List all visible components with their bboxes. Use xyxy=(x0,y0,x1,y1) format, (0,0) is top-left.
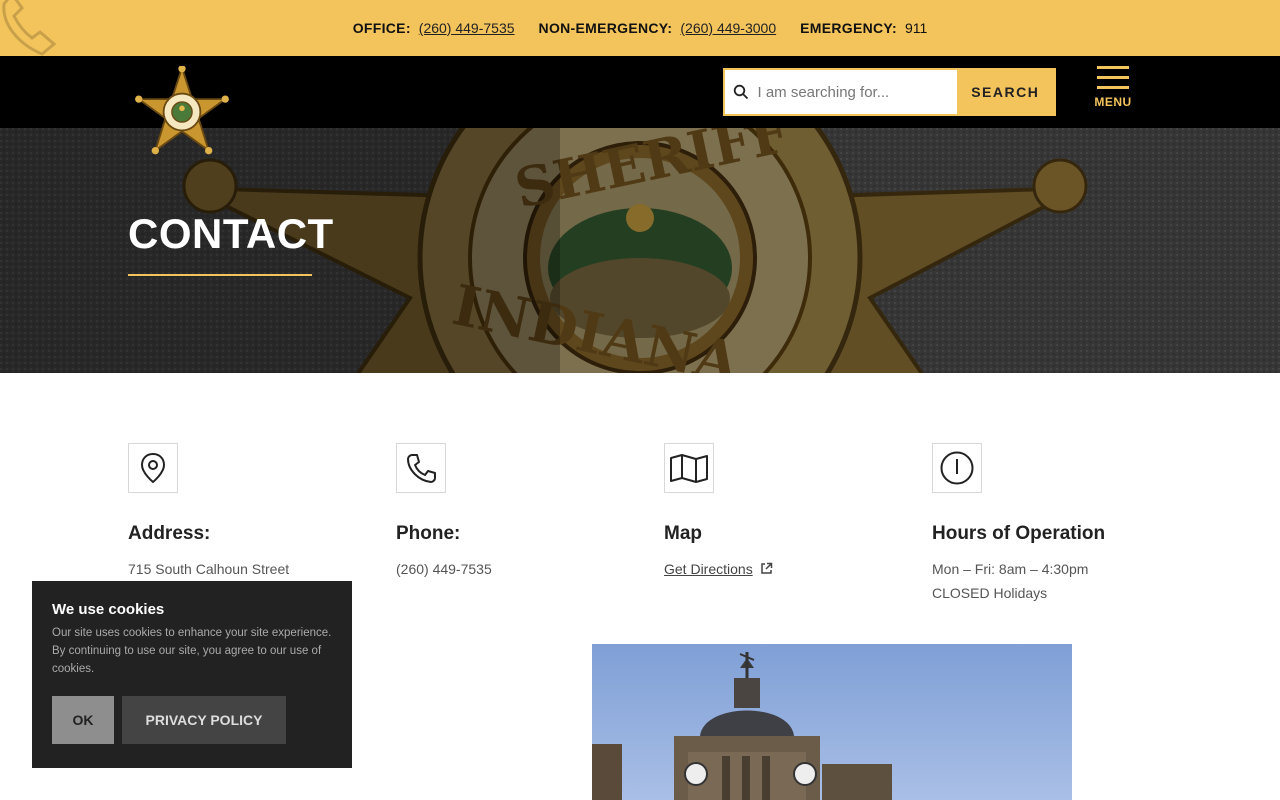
phone-heading: Phone: xyxy=(396,523,461,544)
search-button[interactable]: SEARCH xyxy=(956,70,1054,114)
map-column: Map Get Directions xyxy=(664,443,904,581)
hours-heading: Hours of Operation xyxy=(932,523,1106,544)
directions-line: Get Directions xyxy=(664,557,904,581)
page-title: CONTACT xyxy=(128,210,334,257)
hours-column: Hours of Operation Mon – Fri: 8am – 4:30… xyxy=(932,443,1172,605)
emergency-number: 911 xyxy=(904,20,928,36)
phone-icon xyxy=(396,443,446,493)
search-icon xyxy=(725,70,758,114)
nonemergency-phone-link[interactable]: (260) 449-3000 xyxy=(680,20,776,36)
privacy-policy-button[interactable]: PRIVACY POLICY xyxy=(122,696,286,744)
sheriff-star-logo[interactable] xyxy=(134,66,230,158)
hours-holidays: CLOSED Holidays xyxy=(932,585,1048,601)
hamburger-icon xyxy=(1097,66,1129,96)
search-input[interactable] xyxy=(757,70,957,114)
cookie-consent-panel: We use cookies Our site uses cookies to … xyxy=(32,581,352,768)
clock-icon xyxy=(932,443,982,493)
nonemergency-label: NON-EMERGENCY: xyxy=(538,20,673,36)
title-underline xyxy=(128,274,312,276)
phone-column: Phone: (260) 449-7535 xyxy=(396,443,636,581)
office-phone-link[interactable]: (260) 449-7535 xyxy=(419,20,515,36)
hero-banner: SHERIFF INDIANA CONTACT xyxy=(0,128,1280,373)
search-form: SEARCH xyxy=(723,68,1056,116)
address-heading: Address: xyxy=(128,523,211,544)
office-label: OFFICE: xyxy=(352,20,411,36)
phone-number[interactable]: (260) 449-7535 xyxy=(396,557,636,581)
map-heading: Map xyxy=(664,523,702,544)
external-link-icon xyxy=(760,562,772,574)
get-directions-link[interactable]: Get Directions xyxy=(664,561,753,577)
menu-button[interactable]: MENU xyxy=(1090,66,1136,118)
address-text: 715 South Calhoun Street xyxy=(128,561,290,577)
cookie-title: We use cookies xyxy=(52,601,165,618)
hours-weekday: Mon – Fri: 8am – 4:30pm xyxy=(932,561,1089,577)
cookie-ok-button[interactable]: OK xyxy=(52,696,114,744)
menu-label: MENU xyxy=(1094,95,1132,109)
cookie-text: Our site uses cookies to enhance your si… xyxy=(52,627,332,675)
location-pin-icon xyxy=(128,443,178,493)
emergency-contact: EMERGENCY: 911 xyxy=(800,20,927,36)
map-icon xyxy=(664,443,714,493)
top-contact-bar: OFFICE: (260) 449-7535 NON-EMERGENCY: (2… xyxy=(0,0,1280,56)
address-column: Address: 715 South Calhoun Street xyxy=(128,443,368,581)
cookie-buttons: OK PRIVACY POLICY xyxy=(52,696,286,744)
office-contact: OFFICE: (260) 449-7535 xyxy=(353,20,515,36)
courthouse-photo xyxy=(592,644,1072,800)
emergency-label: EMERGENCY: xyxy=(800,20,897,36)
nonemergency-contact: NON-EMERGENCY: (260) 449-3000 xyxy=(539,20,777,36)
